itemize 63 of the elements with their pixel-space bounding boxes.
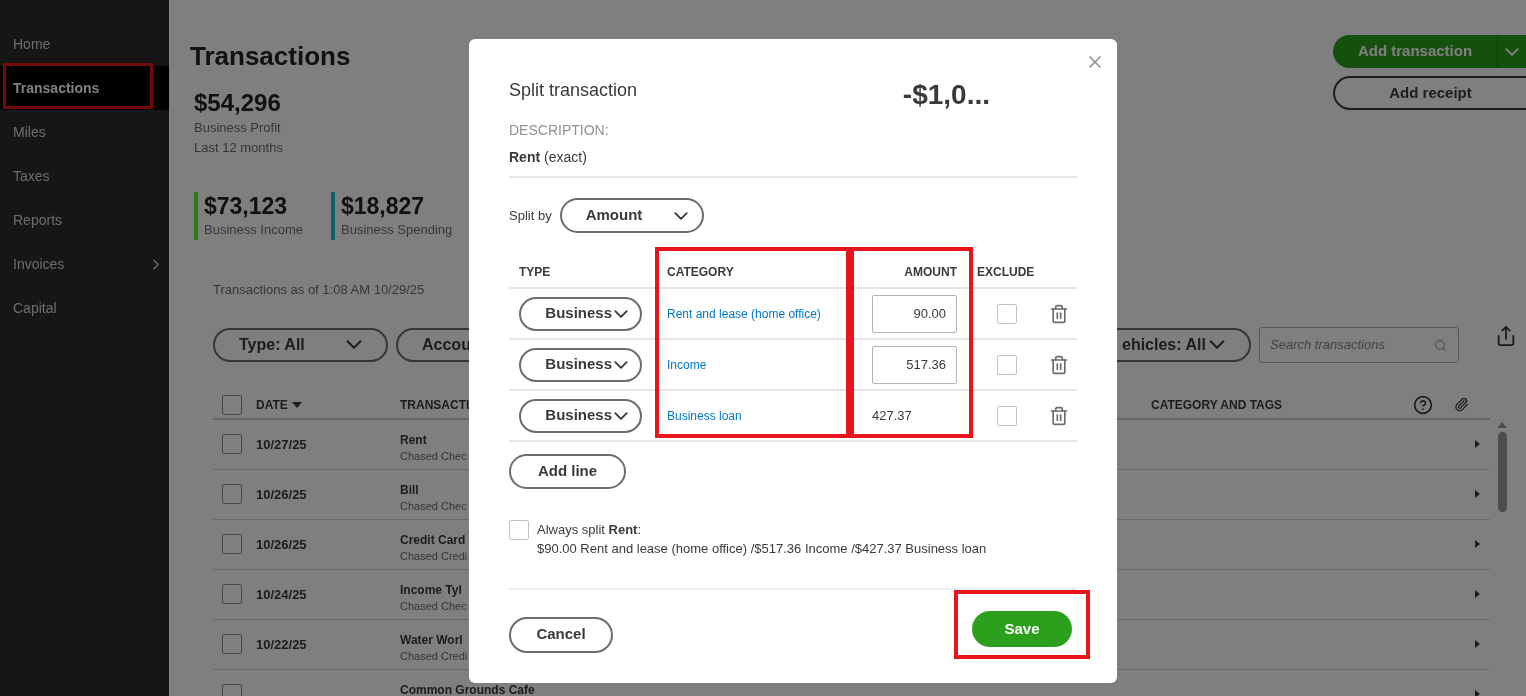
category-link[interactable]: Business loan — [667, 406, 742, 425]
amount-field[interactable]: 517.36 — [872, 345, 957, 384]
type-dropdown[interactable]: Business — [519, 347, 642, 382]
transaction-name: Bill — [400, 483, 419, 496]
add-line-button[interactable]: Add line — [509, 454, 626, 489]
sidebar-item[interactable]: Home — [0, 22, 169, 66]
filter-dropdown[interactable]: Type: All — [213, 327, 388, 362]
transaction-name: Income Tyl — [400, 583, 462, 596]
category-link[interactable]: Income — [667, 355, 707, 374]
account-name: Chased Chec — [400, 598, 467, 613]
sidebar-item[interactable]: Taxes — [0, 154, 169, 198]
stat-amount: $18,827 — [341, 192, 426, 220]
profit-period: Last 12 months — [194, 139, 284, 157]
date-cell: 10/27/25 — [256, 437, 307, 452]
column-header: CATEGORY — [667, 264, 734, 281]
description-label: DESCRIPTION: — [509, 121, 609, 140]
transaction-name: Water Worl — [400, 633, 463, 646]
transaction-name: Common Grounds Cafe — [400, 683, 535, 696]
account-name: Chased Chec — [400, 498, 467, 513]
sidebar-item[interactable]: Reports — [0, 198, 169, 242]
stat-label: Business Spending — [341, 221, 453, 239]
as-of-text: Transactions as of 1:08 AM 10/29/25 — [213, 281, 426, 299]
column-header: AMOUNT — [904, 264, 957, 281]
account-name: Chased Credi — [400, 648, 468, 663]
account-name: Chased Credi — [400, 548, 468, 563]
stat-amount: $73,123 — [204, 192, 289, 220]
sidebar-item[interactable]: Capital — [0, 286, 169, 330]
save-button[interactable]: Save — [972, 611, 1072, 647]
search-field[interactable]: Search transactions — [1259, 326, 1459, 363]
date-cell: 10/22/25 — [256, 637, 307, 652]
sidebar-item[interactable]: Transactions — [0, 66, 169, 110]
column-header[interactable]: DATE — [256, 395, 288, 414]
type-dropdown[interactable]: Business — [519, 296, 642, 331]
amount-text: 427.37 — [872, 406, 913, 425]
page-title: Transactions — [190, 40, 352, 73]
sidebar-item[interactable]: Invoices — [0, 242, 169, 286]
date-cell: 10/26/25 — [256, 537, 307, 552]
add-receipt-button[interactable]: Add receipt — [1333, 76, 1526, 110]
always-split-label: Always split Rent: — [537, 521, 643, 539]
description-text: Rent (exact) — [509, 148, 587, 167]
column-header[interactable]: TRANSACTI — [400, 397, 470, 412]
amount-field[interactable]: 90.00 — [872, 294, 957, 333]
stat-label: Business Income — [204, 221, 303, 239]
column-header: EXCLUDE — [977, 264, 1035, 281]
profit-label: Business Profit — [194, 119, 282, 137]
add-transaction-button[interactable]: Add transaction — [1333, 35, 1526, 68]
transaction-name: Credit Card — [400, 533, 466, 546]
date-cell: 10/26/25 — [256, 487, 307, 502]
category-link[interactable]: Rent and lease (home office) — [667, 304, 821, 323]
split-summary: $90.00 Rent and lease (home office) /$517.36 Income /$427.37 Business loan — [537, 540, 987, 558]
profit-amount: $54,296 — [194, 88, 282, 118]
sidebar-item[interactable]: Miles — [0, 110, 169, 154]
transaction-name: Rent — [400, 433, 427, 446]
column-header: TYPE — [519, 264, 551, 281]
account-name: Chased Chec — [400, 448, 467, 463]
dialog-title: Split transaction — [509, 79, 638, 102]
type-dropdown[interactable]: Business — [519, 398, 642, 433]
split-by-label: Split by — [509, 206, 552, 225]
cancel-button[interactable]: Cancel — [509, 616, 613, 653]
column-header[interactable]: CATEGORY AND TAGS — [1151, 397, 1283, 412]
split-by-dropdown[interactable]: Amount — [559, 198, 704, 233]
date-cell: 10/24/25 — [256, 587, 307, 602]
total-amount: -$1,0... — [902, 78, 990, 112]
